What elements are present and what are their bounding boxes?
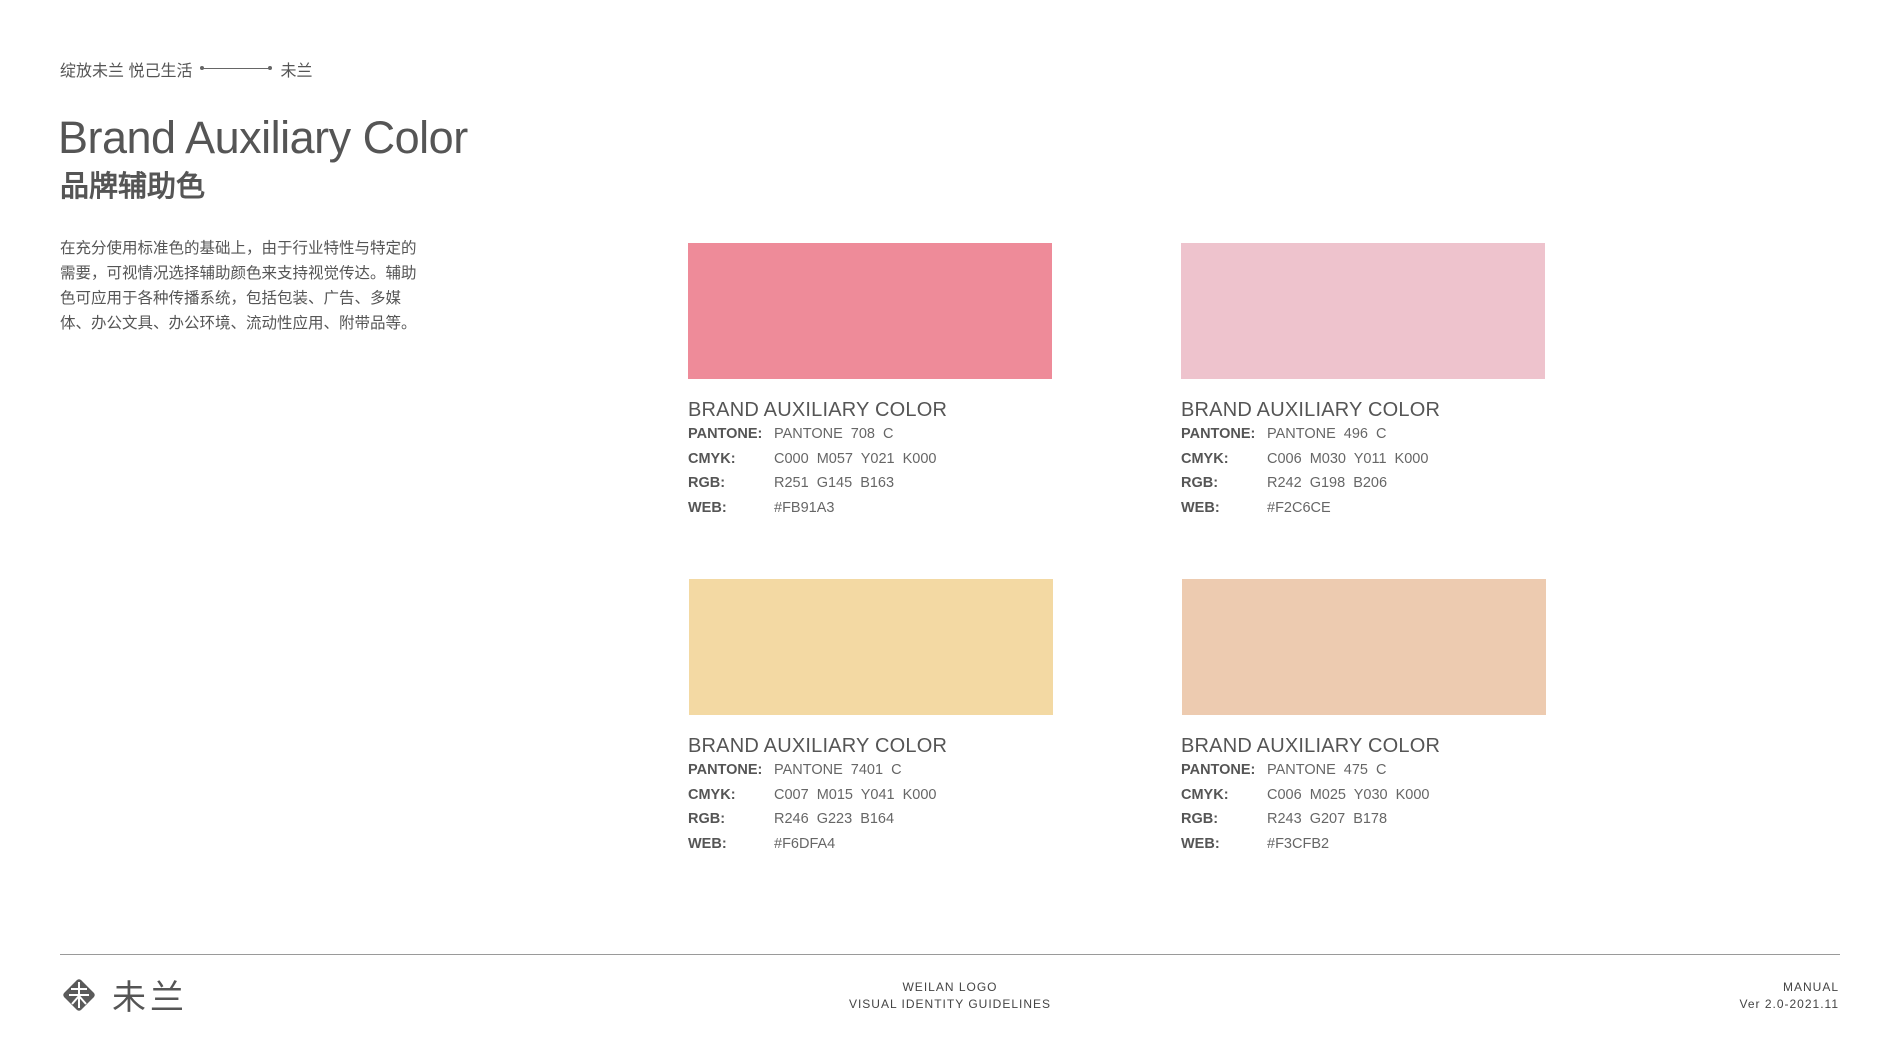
footer-manual-label: MANUAL xyxy=(1782,980,1839,994)
spec-rgb: RGB: R243 G207 B178 xyxy=(1181,811,1388,827)
card-title: BRAND AUXILIARY COLOR xyxy=(688,399,948,421)
color-swatch xyxy=(688,243,1052,379)
spec-pantone: PANTONE: PANTONE 708 C xyxy=(688,426,894,442)
spec-cmyk: CMYK: C006 M030 Y011 K000 xyxy=(1181,450,1429,467)
card-title: BRAND AUXILIARY COLOR xyxy=(1181,399,1441,421)
spec-pantone: PANTONE: PANTONE 7401 C xyxy=(688,762,902,778)
color-swatch xyxy=(689,579,1053,715)
intro-paragraph: 在充分使用标准色的基础上，由于行业特性与特定的需要，可视情况选择辅助颜色来支持视… xyxy=(60,240,417,332)
card-title: BRAND AUXILIARY COLOR xyxy=(1181,735,1441,757)
card-title: BRAND AUXILIARY COLOR xyxy=(688,735,948,757)
footer-doc-info: WEILAN LOGO VISUAL IDENTITY GUIDELINES xyxy=(800,979,1100,1013)
spec-web: WEB: #F2C6CE xyxy=(1181,499,1331,516)
spec-web: WEB: #F3CFB2 xyxy=(1181,835,1330,852)
color-swatch xyxy=(1181,243,1545,379)
color-card-2: BRAND AUXILIARY COLOR PANTONE: PANTONE 49… xyxy=(1181,243,1561,520)
color-card-4: BRAND AUXILIARY COLOR PANTONE: PANTONE 47… xyxy=(1181,579,1561,856)
color-swatch xyxy=(1182,579,1546,715)
spec-pantone: PANTONE: PANTONE 475 C xyxy=(1181,762,1387,778)
footer-divider xyxy=(60,954,1840,955)
spec-web: WEB: #F6DFA4 xyxy=(688,835,836,852)
spec-cmyk: CMYK: C007 M015 Y041 K000 xyxy=(688,786,937,803)
spec-rgb: RGB: R251 G145 B163 xyxy=(688,475,895,491)
breadcrumb: 绽放未兰 悦己生活 未兰 xyxy=(60,57,312,81)
connector-arrow-icon xyxy=(200,64,273,74)
spec-rgb: RGB: R246 G223 B164 xyxy=(688,811,895,827)
footer-logo-label: WEILAN LOGO xyxy=(902,980,998,994)
color-card-3: BRAND AUXILIARY COLOR PANTONE: PANTONE 74… xyxy=(688,579,1068,856)
spec-cmyk: CMYK: C006 M025 Y030 K000 xyxy=(1181,786,1430,803)
footer-version-label: Ver 2.0-2021.11 xyxy=(1739,997,1839,1011)
footer-version-info: MANUAL Ver 2.0-2021.11 xyxy=(1739,979,1839,1013)
spec-rgb: RGB: R242 G198 B206 xyxy=(1181,475,1388,491)
color-card-1: BRAND AUXILIARY COLOR PANTONE: PANTONE 70… xyxy=(688,243,1068,520)
brand-logo: 未兰 xyxy=(60,970,188,1019)
logo-emblem-icon xyxy=(63,978,95,1011)
spec-pantone: PANTONE: PANTONE 496 C xyxy=(1181,426,1387,442)
breadcrumb-slogan: 绽放未兰 悦己生活 xyxy=(60,63,193,80)
page-title: Brand Auxiliary Color xyxy=(58,112,468,163)
logo-wordmark: 未兰 xyxy=(112,978,188,1018)
footer-guidelines-label: VISUAL IDENTITY GUIDELINES xyxy=(848,997,1052,1011)
page-subtitle: 品牌辅助色 xyxy=(60,171,206,203)
spec-cmyk: CMYK: C000 M057 Y021 K000 xyxy=(688,450,937,467)
spec-web: WEB: #FB91A3 xyxy=(688,499,835,516)
breadcrumb-brand: 未兰 xyxy=(280,63,313,80)
